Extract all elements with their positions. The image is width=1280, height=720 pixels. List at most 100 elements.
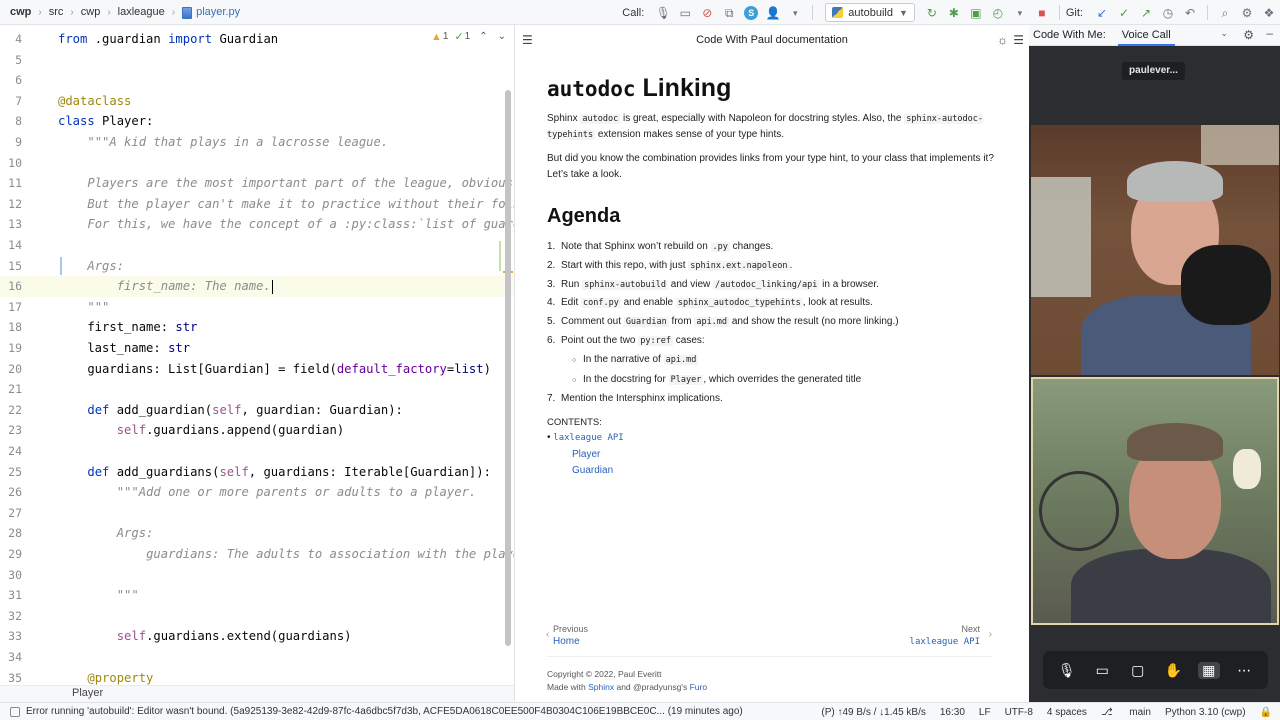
code-line[interactable]: 32 (0, 606, 514, 627)
theme-toggle-icon[interactable]: ☼ (997, 25, 1008, 56)
code-line[interactable]: 6 (0, 70, 514, 91)
git-commit-icon[interactable]: ✓ (1116, 5, 1132, 21)
list-marker: 3. (547, 278, 556, 290)
ide-updates-icon[interactable]: ❖ (1261, 5, 1277, 21)
code-line[interactable]: 9 """A kid that plays in a lacrosse leag… (0, 132, 514, 153)
code-line[interactable]: 10 (0, 153, 514, 174)
code-line[interactable]: 11 Players are the most important part o… (0, 173, 514, 194)
tab-code-with-me[interactable]: Code With Me: (1029, 29, 1106, 41)
inspection-widget[interactable]: ▲ 1 ✓ 1 ⌃ ⌄ (431, 30, 506, 44)
lock-icon[interactable]: 🔒 (1260, 707, 1272, 718)
indent-setting[interactable]: 4 spaces (1047, 707, 1087, 718)
furo-link[interactable]: Furo (690, 682, 707, 692)
gear-icon[interactable]: ⚙ (1243, 28, 1254, 42)
breadcrumb-src[interactable]: src (49, 6, 64, 18)
file-encoding[interactable]: UTF-8 (1005, 707, 1033, 718)
python-interpreter[interactable]: Python 3.10 (cwp) (1165, 707, 1246, 718)
avatar[interactable]: S (744, 5, 759, 20)
code-line[interactable]: 21 (0, 379, 514, 400)
code-line[interactable]: 7 @dataclass (0, 91, 514, 112)
contents-link[interactable]: laxleague API (553, 433, 623, 443)
microphone-icon[interactable]: 🎙 (655, 5, 671, 21)
rerun-icon[interactable]: ↻ (924, 5, 940, 21)
contents-link[interactable]: Player (572, 449, 600, 460)
code-line[interactable]: 13 For this, we have the concept of a :p… (0, 214, 514, 235)
next-link[interactable]: laxleague API (910, 637, 992, 647)
code-line[interactable]: 24 (0, 441, 514, 462)
code-line[interactable]: 26 """Add one or more parents or adults … (0, 482, 514, 503)
git-branch[interactable]: ⎇ main (1101, 707, 1151, 718)
code-line[interactable]: 31 """ (0, 585, 514, 606)
chevron-down-icon[interactable]: ⌄ (1220, 28, 1228, 39)
code-line[interactable]: 16 first_name: The name. (0, 276, 514, 297)
tab-voice-call[interactable]: Voice Call (1117, 25, 1175, 46)
minimize-icon[interactable]: – (1266, 26, 1273, 40)
gear-icon[interactable]: ⚙ (1239, 5, 1255, 21)
code-line[interactable]: 23 self.guardians.append(guardian) (0, 420, 514, 441)
debug-icon[interactable]: ✱ (946, 5, 962, 21)
code-line[interactable]: 15 Args: (0, 256, 514, 277)
rollback-icon[interactable]: ↶ (1182, 5, 1198, 21)
git-push-icon[interactable]: ↗ (1138, 5, 1154, 21)
camera-off-icon[interactable]: ⊘ (699, 5, 715, 21)
menu-icon[interactable]: ☰ (522, 25, 533, 56)
breadcrumb-project[interactable]: cwp (10, 6, 31, 18)
code-line[interactable]: 5 (0, 50, 514, 71)
code-line[interactable]: 22 def add_guardian(self, guardian: Guar… (0, 400, 514, 421)
breadcrumb-file[interactable]: player.py (182, 6, 240, 19)
code-text: guardians: The adults to association wit… (146, 547, 514, 561)
code-editor[interactable]: 4 from .guardian import Guardian 5 6 7 @datac… (0, 25, 514, 685)
code-line[interactable]: 35 @property (0, 668, 514, 685)
event-log-icon[interactable] (10, 706, 20, 717)
history-icon[interactable]: ◷ (1160, 5, 1176, 21)
breadcrumb-laxleague[interactable]: laxleague (118, 6, 165, 18)
chevron-down-icon[interactable]: ⌄ (498, 31, 506, 42)
code-line[interactable]: 18 first_name: str (0, 317, 514, 338)
code-line[interactable]: 19 last_name: str (0, 338, 514, 359)
code-line[interactable]: 29 guardians: The adults to association … (0, 544, 514, 565)
microphone-icon[interactable]: 🎙 (1056, 662, 1078, 679)
run-configuration-select[interactable]: autobuild ▼ (825, 3, 915, 22)
camera-icon[interactable]: ▭ (1091, 662, 1113, 679)
code-line[interactable]: 25 def add_guardians(self, guardians: It… (0, 462, 514, 483)
previous-page-link[interactable]: ‹ Previous Home (546, 623, 588, 648)
previous-link[interactable]: Home (553, 636, 580, 647)
code-line[interactable]: 33 self.guardians.extend(guardians) (0, 626, 514, 647)
line-ending[interactable]: LF (979, 707, 991, 718)
code-line[interactable]: 28 Args: (0, 523, 514, 544)
contents-link[interactable]: Guardian (572, 465, 613, 476)
editor-scrollbar[interactable] (505, 90, 511, 646)
profile-icon[interactable]: ◴ (990, 5, 1006, 21)
more-run-options-icon[interactable]: ▾ (1012, 5, 1028, 21)
next-page-link[interactable]: Next laxleague API › (910, 623, 992, 648)
code-line[interactable]: 20 guardians: List[Guardian] = field(def… (0, 359, 514, 380)
sphinx-link[interactable]: Sphinx (588, 682, 614, 692)
search-icon[interactable]: ⌕ (1217, 5, 1233, 21)
git-update-icon[interactable]: ↙ (1094, 5, 1110, 21)
share-screen-icon[interactable]: ⧉ (721, 5, 737, 21)
camera-icon[interactable]: ▭ (677, 5, 693, 21)
code-line[interactable]: 12 But the player can't make it to pract… (0, 194, 514, 215)
more-icon[interactable]: ⋯ (1233, 662, 1255, 679)
breadcrumb-cwp[interactable]: cwp (81, 6, 101, 18)
code-line[interactable]: 8 class Player: (0, 111, 514, 132)
share-screen-icon[interactable]: ▢ (1127, 662, 1149, 679)
raise-hand-icon[interactable]: ✋ (1162, 662, 1184, 679)
change-marker (499, 241, 501, 271)
code-line[interactable]: 30 (0, 565, 514, 586)
code-line[interactable]: 27 (0, 503, 514, 524)
stop-icon[interactable]: ■ (1034, 5, 1050, 21)
toc-icon[interactable]: ☰ (1013, 25, 1024, 56)
participants-icon[interactable]: 👤 (765, 5, 781, 21)
grid-layout-icon[interactable]: ▦ (1197, 661, 1220, 679)
chevron-up-icon[interactable]: ⌃ (479, 31, 487, 42)
chevron-down-icon[interactable]: ▾ (787, 5, 803, 21)
run-with-coverage-icon[interactable]: ▣ (968, 5, 984, 21)
editor-footer-label[interactable]: Player (72, 687, 103, 699)
code-line[interactable]: 17 """ (0, 297, 514, 318)
code-line[interactable]: 14 (0, 235, 514, 256)
status-message[interactable]: Error running 'autobuild': Editor wasn't… (26, 706, 743, 717)
code-line[interactable]: 34 (0, 647, 514, 668)
docs-site-title[interactable]: Code With Paul documentation (696, 34, 848, 46)
cursor-position[interactable]: 16:30 (940, 707, 965, 718)
